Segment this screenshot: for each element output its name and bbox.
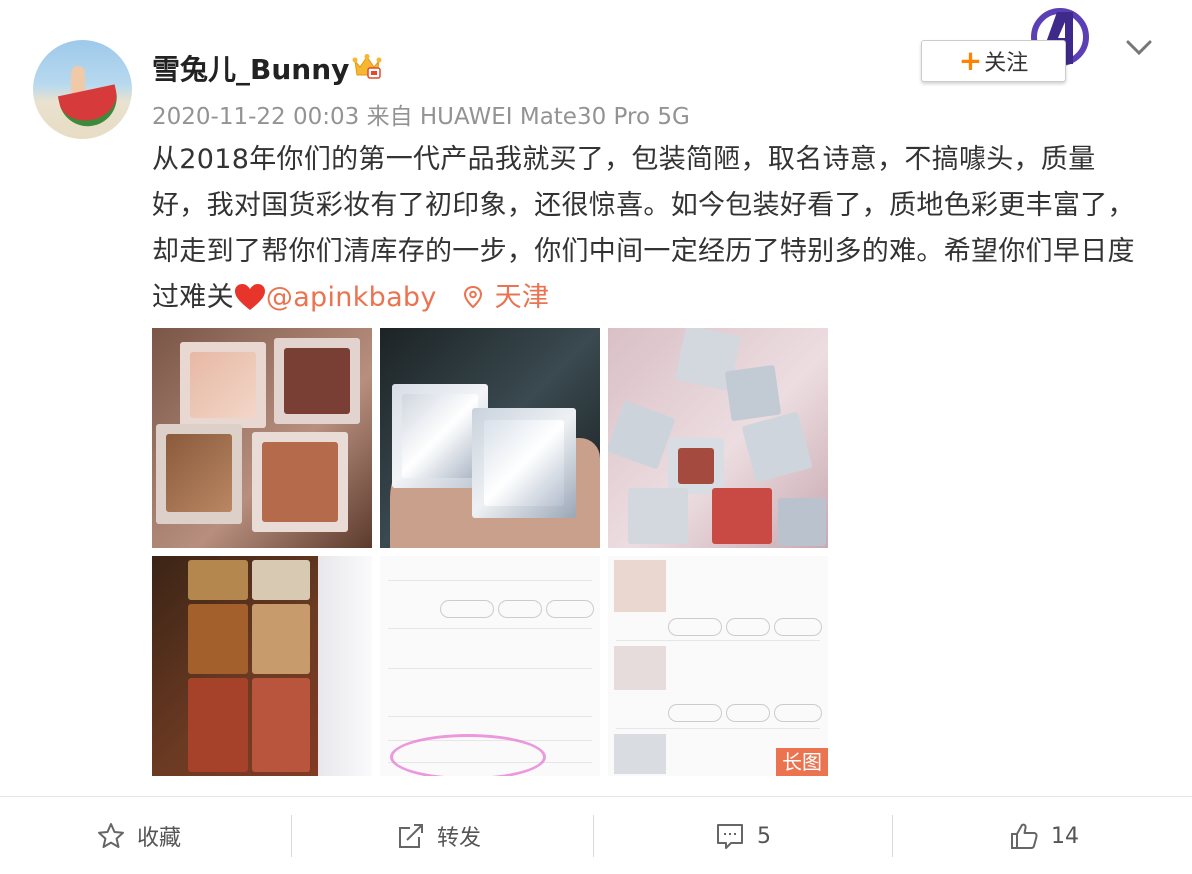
heart-emoji-icon [234,284,265,310]
thumb-up-icon [1011,823,1038,849]
post-meta: 2020-11-22 00:03 来自 HUAWEI Mate30 Pro 5G [152,104,690,130]
plus-icon: + [958,44,983,77]
favorite-label: 收藏 [137,826,182,851]
favorite-button[interactable]: 收藏 [97,816,181,856]
follow-button[interactable]: + 关注 [921,40,1066,82]
repost-button[interactable]: 转发 [397,816,481,856]
repost-icon [399,824,423,848]
repost-label: 转发 [437,826,482,851]
username[interactable]: 雪兔儿_Bunny [152,48,349,88]
post-image-1[interactable] [152,328,372,548]
follow-label: 关注 [984,51,1029,76]
location-link[interactable]: 天津 [463,282,550,313]
location-label: 天津 [494,282,550,313]
like-count: 14 [1051,823,1079,849]
post-content: 从2018年你们的第一代产品我就买了，包装简陋，取名诗意，不搞噱头，质量好，我对… [152,137,1142,321]
action-separator [892,815,893,857]
comment-count: 5 [757,823,771,849]
mention-link[interactable]: @apinkbaby [266,282,437,313]
action-separator [291,815,292,857]
post-image-4[interactable] [152,556,372,776]
action-bar-divider [0,796,1192,797]
chevron-down-icon[interactable] [1124,36,1154,60]
post-image-6[interactable]: 长图 [608,556,828,776]
post-image-5[interactable] [380,556,600,776]
comment-button[interactable]: 5 [715,816,771,856]
post-image-3[interactable] [608,328,828,548]
post-image-2[interactable] [380,328,600,548]
like-button[interactable]: 14 [1009,816,1079,856]
star-icon [98,823,124,848]
crown-vip-icon [352,54,382,79]
comment-icon [717,824,743,849]
long-image-tag: 长图 [776,748,828,776]
user-avatar[interactable] [33,40,132,139]
location-pin-icon [463,285,482,309]
action-separator [593,815,594,857]
